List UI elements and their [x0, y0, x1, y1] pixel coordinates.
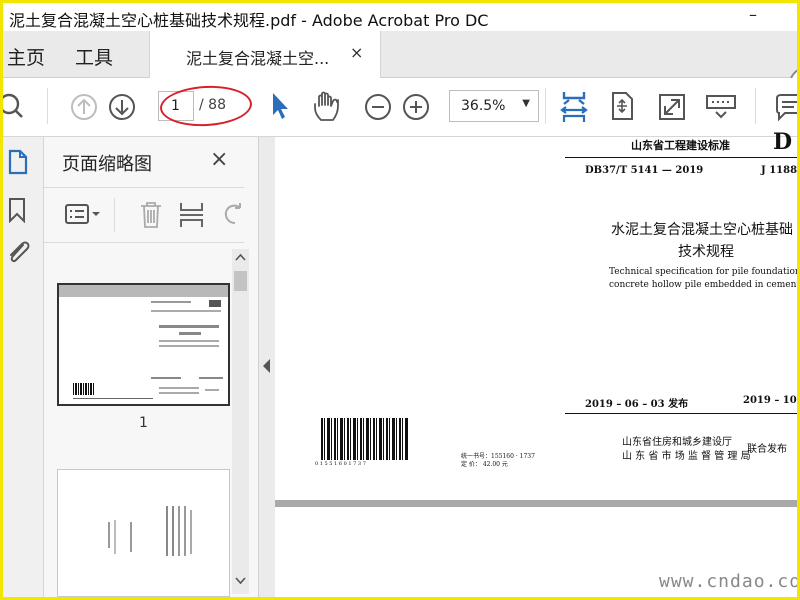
- attachment-icon[interactable]: [5, 237, 31, 267]
- pane-title: 页面缩略图: [62, 154, 152, 175]
- fit-page-icon[interactable]: [607, 90, 637, 122]
- header-rule: [565, 157, 797, 158]
- document-view: 山东省工程建设标准 D DB37/T 5141 — 2019 J 11880 –…: [275, 129, 800, 597]
- thumbnail-text-line: [190, 510, 192, 554]
- zoom-in-icon[interactable]: [401, 92, 431, 122]
- options-menu-icon[interactable]: [64, 202, 104, 228]
- standard-logo-letter: D: [773, 129, 793, 155]
- effective-date: 2019 – 10 – 01: [743, 395, 797, 406]
- barcode-digits: 0 1 5 5 1 6 0 1 7 3 7: [315, 461, 366, 467]
- publisher-line-1: 山东省住房和城乡建设厅: [622, 437, 732, 448]
- document-title-en-line2: concrete hollow pile embedded in cement …: [609, 280, 800, 290]
- thumbnail-text-line: [159, 325, 219, 328]
- zoom-out-icon[interactable]: [363, 92, 393, 122]
- bookmark-icon[interactable]: [7, 197, 27, 223]
- page-thumbnail-2[interactable]: [57, 469, 230, 597]
- navigation-pane-bar: [3, 137, 44, 597]
- close-pane-button[interactable]: ×: [210, 147, 228, 172]
- joint-issue-label: 联合发布: [747, 444, 787, 455]
- thumbnail-scrollbar[interactable]: [232, 249, 249, 594]
- page-thumbnail-1[interactable]: [57, 283, 230, 406]
- standard-org-header: 山东省工程建设标准: [631, 139, 730, 152]
- document-tab-title: 泥土复合混凝土空...: [186, 49, 330, 68]
- toolbar-divider: [545, 88, 546, 124]
- thumbnail-text-line: [184, 506, 186, 556]
- thumbnail-text-line: [178, 506, 180, 556]
- document-tab[interactable]: 泥土复合混凝土空... ×: [149, 31, 381, 78]
- thumbnail-text-line: [205, 389, 219, 391]
- publisher-line-2: 山 东 省 市 场 监 督 管 理 局: [622, 451, 751, 462]
- next-page-icon[interactable]: [107, 92, 137, 122]
- select-cursor-icon[interactable]: [269, 90, 291, 122]
- thumbnail-barcode: [73, 383, 95, 395]
- thumbnail-text-line: [166, 506, 168, 556]
- zoom-level-dropdown[interactable]: 36.5% ▼: [449, 90, 539, 122]
- document-title-cn-line2: 技术规程: [678, 244, 734, 260]
- main-toolbar: 1 / 88 36.5% ▼: [3, 78, 797, 137]
- page-thumbnails-pane: 页面缩略图 × 1: [44, 137, 258, 597]
- app-window: 泥土复合混凝土空心桩基础技术规程.pdf - Adobe Acrobat Pro…: [0, 0, 800, 600]
- close-tab-button[interactable]: ×: [350, 43, 363, 62]
- tools-tab[interactable]: 工具: [75, 43, 113, 70]
- hand-tool-icon[interactable]: [311, 90, 343, 124]
- thumbnail-text-line: [209, 300, 221, 307]
- price: 定 价： 42.00 元: [461, 461, 508, 468]
- document-title-en: Technical specification for pile foundat…: [609, 267, 800, 277]
- search-icon[interactable]: [0, 92, 27, 122]
- toolbar-divider: [755, 88, 756, 124]
- scroll-down-icon[interactable]: [235, 577, 246, 585]
- thumbnail-text-line: [130, 522, 132, 552]
- record-number: J 11880 –: [761, 165, 798, 176]
- footer-rule: [565, 413, 797, 414]
- standard-number: DB37/T 5141 — 2019: [585, 165, 704, 176]
- thumbnail-text-line: [108, 522, 110, 548]
- scrollbar-thumb[interactable]: [234, 271, 247, 291]
- page-thumbnails-icon[interactable]: [7, 149, 29, 175]
- toolbar-divider: [47, 88, 48, 124]
- extract-page-icon[interactable]: [178, 200, 206, 230]
- thumbnail-rule: [73, 398, 153, 399]
- tab-bar: 主页 工具 泥土复合混凝土空... ×: [3, 31, 797, 101]
- home-tab[interactable]: 主页: [7, 43, 45, 70]
- collapse-pane-icon[interactable]: [263, 359, 270, 373]
- watermark-text: www.cndao.com: [659, 571, 800, 592]
- thumbnail-text-line: [151, 310, 221, 312]
- thumbnail-page-label: 1: [139, 415, 148, 431]
- fit-width-icon[interactable]: [559, 88, 589, 126]
- thumbnail-text-line: [114, 520, 116, 554]
- thumbnail-text-line: [151, 301, 191, 303]
- zoom-level-value: 36.5%: [461, 98, 506, 114]
- scroll-up-icon[interactable]: [235, 253, 246, 261]
- toolbar-divider: [114, 198, 115, 232]
- rotate-page-icon[interactable]: [220, 200, 246, 230]
- comment-icon[interactable]: [773, 92, 800, 122]
- thumbnail-text-line: [159, 340, 219, 342]
- pane-splitter[interactable]: [258, 137, 275, 597]
- thumbnail-text-line: [199, 377, 223, 379]
- thumbnail-text-line: [151, 377, 181, 379]
- keyboard-icon[interactable]: [705, 92, 737, 122]
- previous-page-icon[interactable]: [69, 92, 99, 122]
- window-title: 泥土复合混凝土空心桩基础技术规程.pdf - Adobe Acrobat Pro…: [9, 11, 489, 30]
- delete-page-icon[interactable]: [138, 200, 164, 230]
- thumbnail-header-band: [59, 285, 228, 297]
- thumbnail-text-line: [159, 345, 219, 347]
- document-title-cn: 水泥土复合混凝土空心桩基础: [611, 222, 793, 238]
- title-bar: 泥土复合混凝土空心桩基础技术规程.pdf - Adobe Acrobat Pro…: [3, 3, 797, 31]
- minimize-button[interactable]: –: [749, 5, 757, 24]
- page-separator: [275, 500, 797, 507]
- thumbnail-text-line: [159, 387, 199, 389]
- thumbnail-text-line: [159, 392, 199, 394]
- thumbnail-text-line: [172, 506, 174, 556]
- thumbnail-toolbar: [44, 187, 244, 243]
- thumbnail-text-line: [179, 332, 201, 335]
- full-screen-icon[interactable]: [657, 92, 687, 122]
- chevron-down-icon: ▼: [522, 98, 530, 109]
- publish-date: 2019 – 06 – 03 发布: [585, 399, 689, 410]
- barcode: [321, 418, 409, 460]
